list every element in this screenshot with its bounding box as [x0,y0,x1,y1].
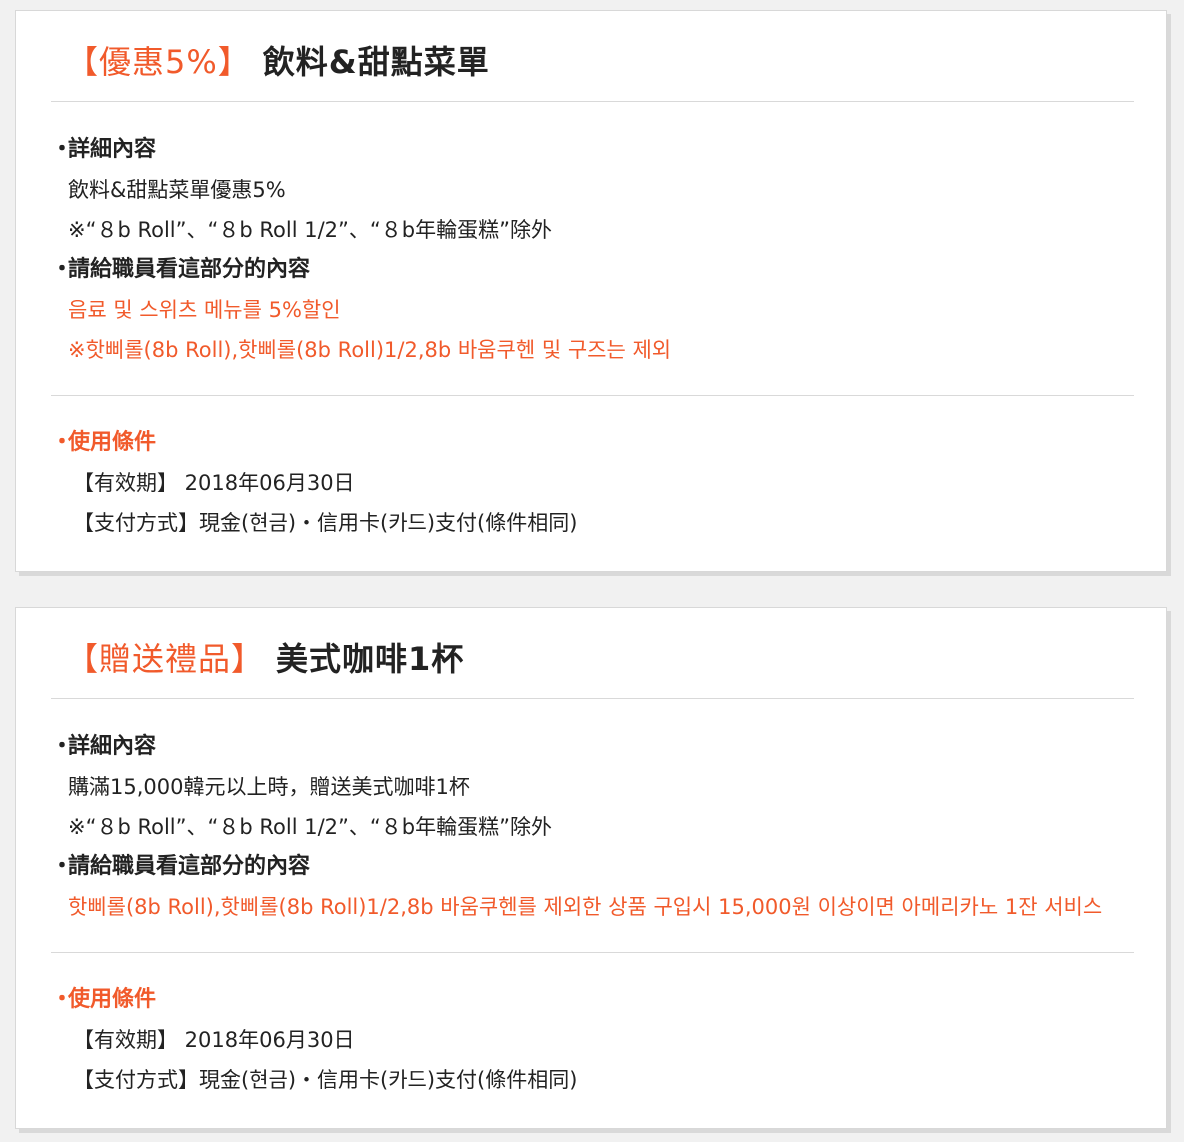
coupon-card-discount: 【優惠5%】 飲料&甜點菜單 ・詳細內容 飲料&甜點菜單優惠5% ※“８b Rol… [15,10,1167,572]
detail-line: ※“８b Roll”、“８b Roll 1/2”、“８b年輪蛋糕”除外 [68,218,553,242]
bullet-icon: ・ [51,137,74,162]
condition-line: 【支付方式】現金(현금)・信用卡(카드)支付(條件相同) [73,511,578,535]
detail-heading: ・詳細內容 [51,130,1131,170]
detail-heading: ・詳細內容 [51,727,1131,767]
coupon-title: 【優惠5%】 飲料&甜點菜單 [66,37,490,83]
coupon-tag: 【贈送禮品】 [66,640,265,678]
conditions-section: ・使用條件 【有效期】 2018年06月30日 【支付方式】現金(현금)・信用卡… [51,423,1131,543]
conditions-heading: ・使用條件 [51,980,1131,1020]
bullet-icon: ・ [51,734,74,759]
coupon-name: 飲料&甜點菜單 [262,43,490,81]
condition-line: 【有效期】 2018年06月30日 [73,471,355,495]
divider [51,952,1134,953]
detail-line: 購滿15,000韓元以上時，贈送美式咖啡1杯 [68,775,470,799]
staff-heading: ・請給職員看這部分的內容 [51,847,1131,887]
bullet-icon: ・ [51,257,74,282]
detail-heading-label: 詳細內容 [68,137,157,162]
conditions-heading-label: 使用條件 [68,987,157,1012]
condition-line: 【支付方式】現金(현금)・信用卡(카드)支付(條件相同) [73,1068,578,1092]
divider [51,698,1134,699]
divider [51,101,1134,102]
detail-section: ・詳細內容 飲料&甜點菜單優惠5% ※“８b Roll”、“８b Roll 1/… [51,130,1131,370]
divider [51,395,1134,396]
detail-line: ※“８b Roll”、“８b Roll 1/2”、“８b年輪蛋糕”除外 [68,815,553,839]
bullet-icon: ・ [51,987,74,1012]
conditions-section: ・使用條件 【有效期】 2018年06月30日 【支付方式】現金(현금)・信用卡… [51,980,1131,1100]
staff-heading-label: 請給職員看這部分的內容 [68,257,311,282]
staff-heading: ・請給職員看這部分的內容 [51,250,1131,290]
staff-line: 음료 및 스위츠 메뉴를 5%할인 [68,298,341,322]
bullet-icon: ・ [51,854,74,879]
conditions-heading-label: 使用條件 [68,430,157,455]
conditions-heading: ・使用條件 [51,423,1131,463]
detail-line: 飲料&甜點菜單優惠5% [68,178,286,202]
detail-section: ・詳細內容 購滿15,000韓元以上時，贈送美式咖啡1杯 ※“８b Roll”、… [51,727,1131,927]
condition-line: 【有效期】 2018年06月30日 [73,1028,355,1052]
coupon-tag: 【優惠5%】 [66,43,251,81]
coupon-card-gift: 【贈送禮品】 美式咖啡1杯 ・詳細內容 購滿15,000韓元以上時，贈送美式咖啡1… [15,607,1167,1129]
bullet-icon: ・ [51,430,74,455]
detail-heading-label: 詳細內容 [68,734,157,759]
coupon-title: 【贈送禮品】 美式咖啡1杯 [66,634,464,680]
coupon-name: 美式咖啡1杯 [276,640,465,678]
staff-line: 핫삐롤(8b Roll),핫삐롤(8b Roll)1/2,8b 바움쿠헨를 제외… [68,895,1103,919]
staff-heading-label: 請給職員看這部分的內容 [68,854,311,879]
staff-line: ※핫삐롤(8b Roll),핫삐롤(8b Roll)1/2,8b 바움쿠헨 및 … [68,338,672,362]
